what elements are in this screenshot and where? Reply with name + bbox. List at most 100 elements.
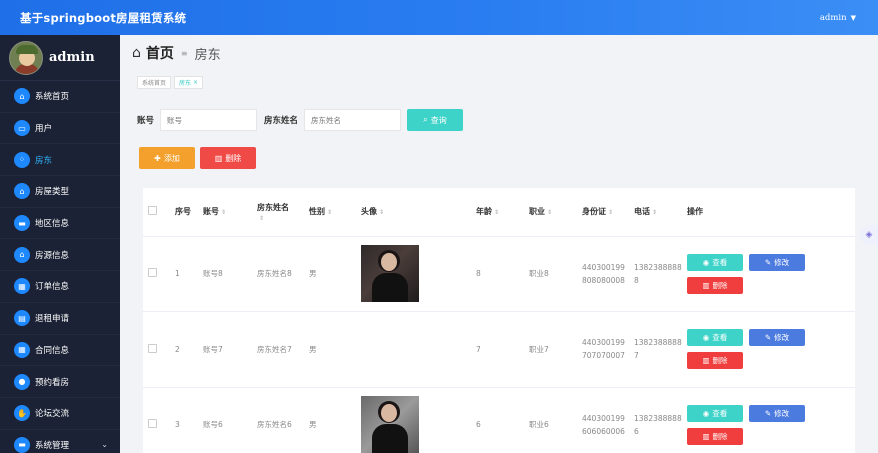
cell-age: 8 [471, 236, 524, 312]
edit-button[interactable]: ✎ 修改 [749, 329, 805, 347]
sidebar-item-11[interactable]: ▬ 系统管理 ⌄ [0, 430, 120, 453]
row-checkbox[interactable] [148, 268, 157, 278]
row-checkbox[interactable] [148, 419, 157, 429]
sort-icon: ⇕ [652, 209, 658, 217]
avatar [9, 40, 43, 75]
pencil-icon: ✎ [764, 333, 772, 343]
col-account[interactable]: 账号 ⇕ [198, 188, 252, 237]
landlord-photo [361, 245, 419, 303]
trash-icon: ▥ [702, 280, 710, 290]
tab-tags: 系统首页 房东 × [137, 76, 204, 89]
sidebar-item-label: 用户 [35, 124, 53, 135]
cell-job: 职业7 [524, 311, 577, 388]
col-index: 序号 [170, 188, 198, 237]
cell-gender: 男 [304, 236, 356, 312]
sidebar-item-label: 系统首页 [35, 92, 70, 103]
sidebar-item-label: 合同信息 [35, 345, 70, 356]
row-delete-button[interactable]: ▥ 删除 [687, 276, 743, 294]
thumbs-up-icon: ✋ [14, 405, 30, 422]
sort-icon: ⇕ [259, 214, 265, 222]
page-header: ⌂ 首页 ≡ 房东 [132, 43, 221, 63]
col-phone[interactable]: 电话 ⇕ [629, 188, 682, 237]
cell-gender: 男 [304, 311, 356, 388]
cell-index: 2 [170, 311, 198, 388]
cell-account: 账号8 [198, 236, 252, 312]
grid-icon: ▦ [14, 341, 30, 358]
trash-icon: ▥ [214, 153, 223, 163]
separator: ≡ [180, 48, 188, 58]
view-button[interactable]: ◉ 查看 [687, 404, 743, 422]
cell-actions: ◉ 查看 ✎ 修改 ▥ 删除 [682, 387, 855, 453]
eye-icon: ◉ [702, 333, 710, 343]
edit-button[interactable]: ✎ 修改 [749, 253, 805, 271]
select-all-checkbox[interactable] [148, 206, 157, 216]
col-id-card[interactable]: 身份证 ⇕ [577, 188, 629, 237]
sidebar-item-label: 论坛交流 [35, 409, 70, 420]
cell-gender: 男 [304, 387, 356, 453]
sidebar-item-9[interactable]: ● 预约看房 [0, 366, 120, 398]
house-icon: ⌂ [14, 183, 30, 200]
grid-icon: ▦ [14, 278, 30, 295]
sort-icon: ⇕ [327, 209, 333, 217]
close-icon[interactable]: × [193, 79, 198, 86]
table-header: 序号 账号 ⇕ 房东姓名 ⇕ 性别 ⇕ 头像 ⇕ 年龄 ⇕ 职业 ⇕ 身份证 ⇕ 电话 ⇕ 操作 [143, 188, 855, 237]
cell-id-card: 440300199808080008 [577, 236, 629, 312]
sidebar-item-label: 房屋类型 [35, 187, 70, 198]
account-input[interactable] [160, 109, 258, 131]
col-gender[interactable]: 性别 ⇕ [304, 188, 356, 237]
home-icon: ⌂ [132, 45, 141, 61]
sidebar-item-3[interactable]: ⌂ 房屋类型 [0, 176, 120, 208]
cell-actions: ◉ 查看 ✎ 修改 ▥ 删除 [682, 236, 855, 312]
landlord-photo [361, 396, 419, 453]
user-menu[interactable]: admin ▼ [820, 13, 856, 23]
sidebar-item-5[interactable]: ⌂ 房源信息 [0, 239, 120, 272]
chat-bubble-icon: ▬ [14, 436, 30, 453]
row-checkbox[interactable] [148, 343, 157, 353]
query-button[interactable]: ⌕ 查询 [407, 109, 464, 131]
float-tool-icon[interactable]: ◈ [860, 225, 878, 245]
page-title: 首页 [145, 46, 174, 62]
person-icon: ● [14, 373, 30, 390]
view-button[interactable]: ◉ 查看 [687, 253, 743, 271]
sidebar-item-0[interactable]: ⌂ 系统首页 [0, 81, 120, 113]
name-input[interactable] [304, 109, 402, 131]
row-delete-button[interactable]: ▥ 删除 [687, 427, 743, 445]
sidebar-item-2[interactable]: ⁘ 房东 [0, 144, 120, 177]
dots-grid-icon: ⁘ [14, 151, 30, 168]
trash-icon: ▥ [702, 356, 710, 366]
sidebar-item-label: 订单信息 [35, 282, 70, 293]
cell-photo [356, 311, 471, 388]
add-button[interactable]: ✚ 添加 [139, 147, 195, 169]
table-row: 3 账号6 房东姓名6 男 6 职业6 440300199606060006 13823888… [143, 387, 855, 453]
sidebar-item-7[interactable]: ▤ 退租申请 [0, 303, 120, 335]
page-subtitle: 房东 [194, 47, 221, 63]
sidebar-item-1[interactable]: ▭ 用户 [0, 113, 120, 145]
tag-home[interactable]: 系统首页 [137, 76, 172, 89]
col-photo[interactable]: 头像 ⇕ [356, 188, 471, 237]
monitor-icon: ▭ [14, 120, 30, 137]
edit-button[interactable]: ✎ 修改 [749, 404, 805, 422]
view-button[interactable]: ◉ 查看 [687, 329, 743, 347]
col-name[interactable]: 房东姓名 ⇕ [252, 188, 304, 237]
name-label: 房东姓名 [264, 116, 299, 126]
table-row: 2 账号7 房东姓名7 男 7 职业7 440300199707070007 13823888… [143, 311, 855, 388]
action-bar: ✚ 添加 ▥ 删除 [139, 147, 256, 169]
cell-id-card: 440300199606060006 [577, 387, 629, 453]
sidebar-item-8[interactable]: ▦ 合同信息 [0, 335, 120, 367]
main-content: ⌂ 首页 ≡ 房东 系统首页 房东× 账号 房东姓名 ⌕ 查询 ✚ 添加 ▥ 删… [120, 35, 878, 453]
eye-icon: ◉ [702, 408, 710, 418]
col-age[interactable]: 年龄 ⇕ [471, 188, 524, 237]
sidebar-item-10[interactable]: ✋ 论坛交流 [0, 398, 120, 430]
house-icon: ⌂ [14, 88, 30, 105]
pencil-icon: ✎ [764, 408, 772, 418]
cell-id-card: 440300199707070007 [577, 311, 629, 388]
sidebar-item-4[interactable]: ▬ 地区信息 [0, 208, 120, 240]
tag-landlord[interactable]: 房东 × [174, 76, 204, 89]
row-delete-button[interactable]: ▥ 删除 [687, 352, 743, 370]
sidebar-item-label: 预约看房 [35, 377, 70, 388]
delete-button[interactable]: ▥ 删除 [200, 147, 256, 169]
sidebar-item-6[interactable]: ▦ 订单信息 [0, 271, 120, 303]
eye-icon: ◉ [702, 257, 710, 267]
sidebar-username: admin [49, 50, 95, 65]
col-job[interactable]: 职业 ⇕ [524, 188, 577, 237]
